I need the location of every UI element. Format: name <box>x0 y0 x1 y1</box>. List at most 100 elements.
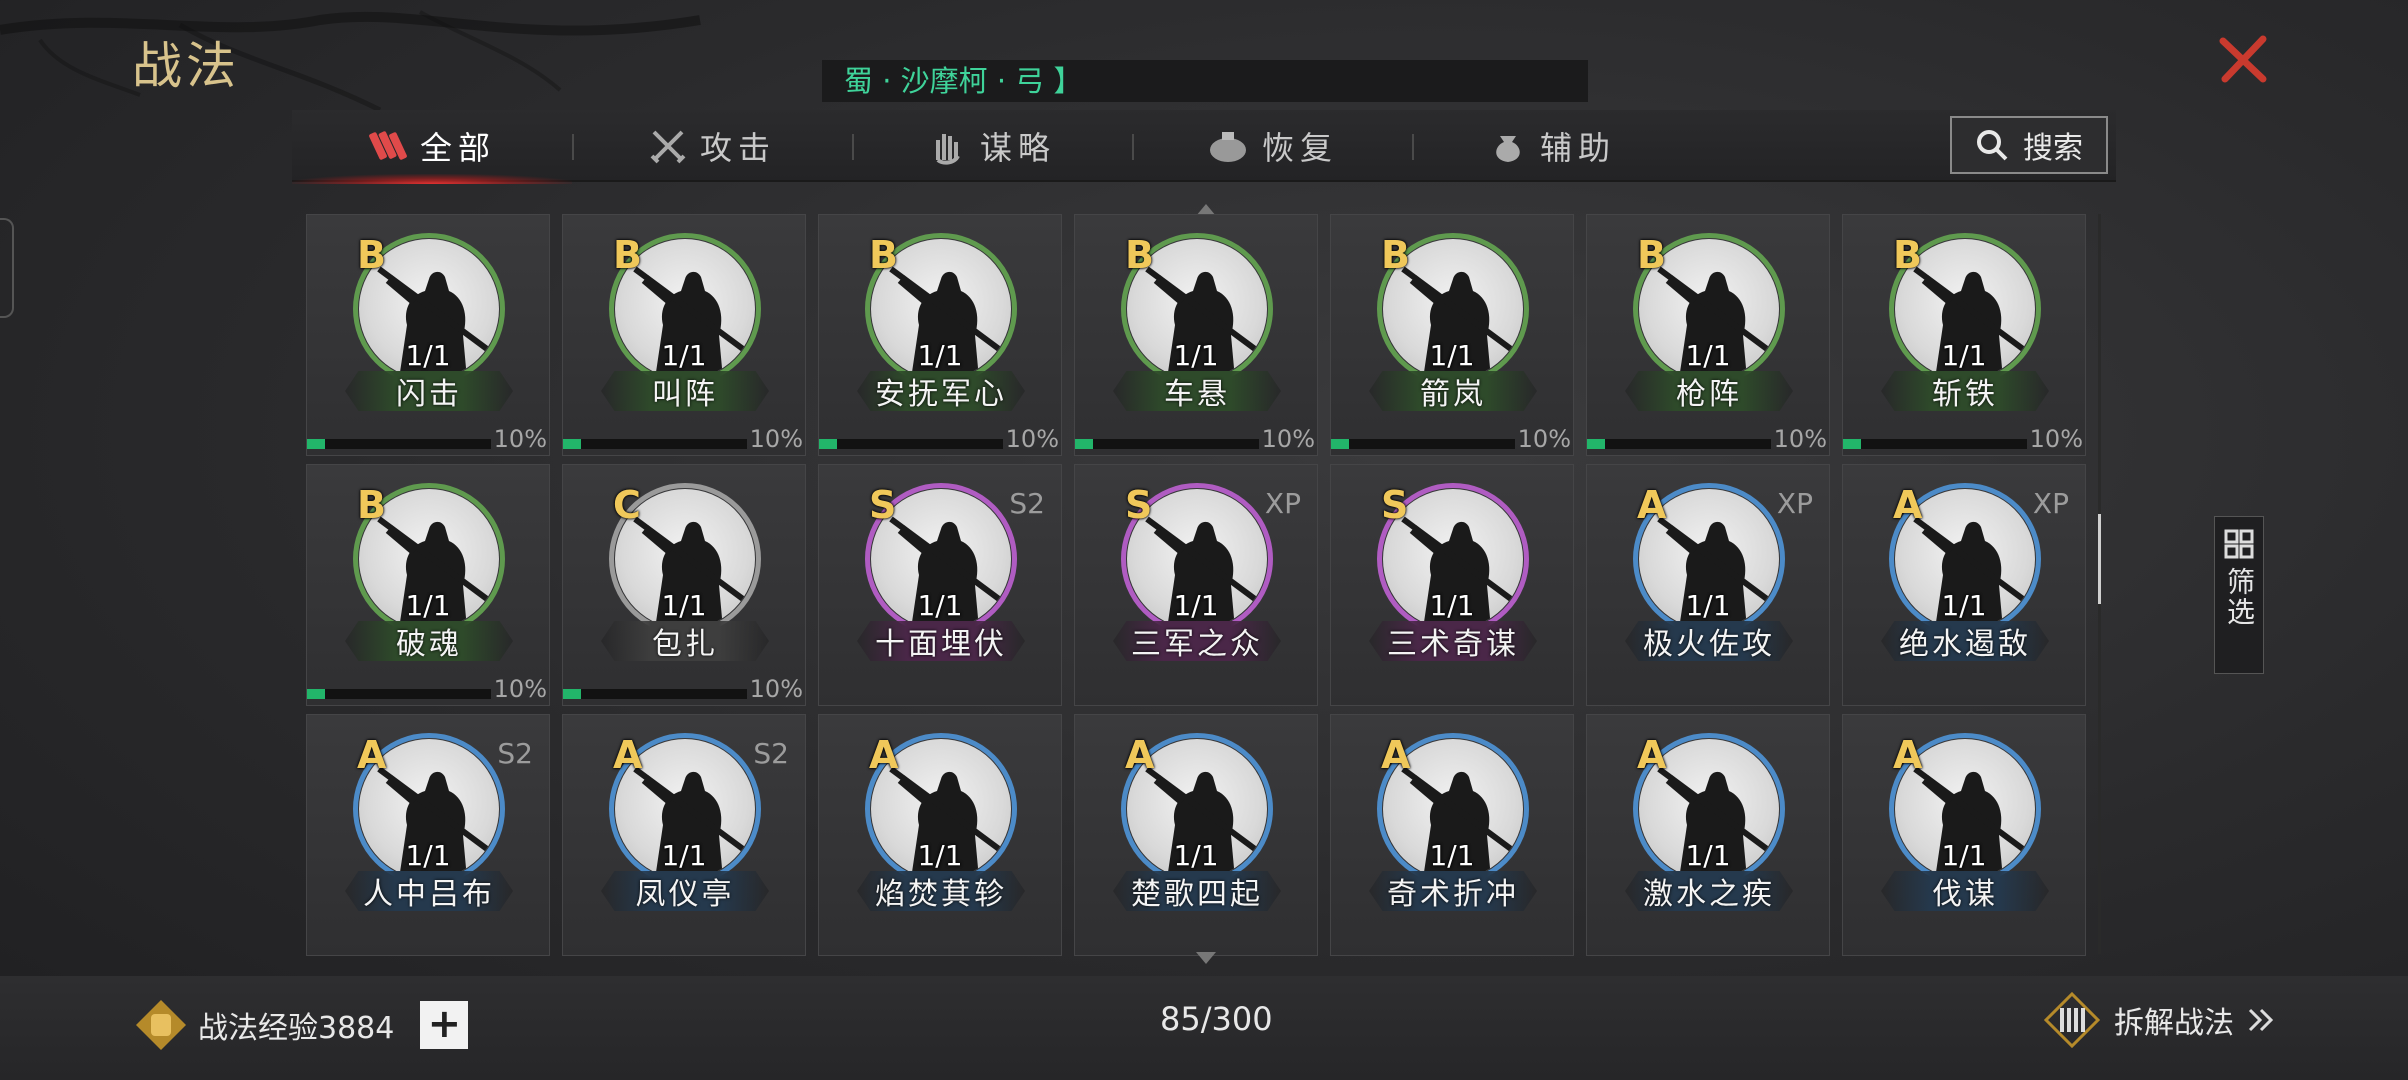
tactic-card[interactable]: A XP 1/1 极火佐攻 <box>1586 464 1830 706</box>
owned-count: 1/1 <box>405 589 451 622</box>
tactic-name: 包扎 <box>601 621 769 661</box>
season-tag: XP <box>2032 487 2069 520</box>
progress-fill <box>307 439 326 449</box>
tactic-card[interactable]: A 1/1 激水之疾 <box>1586 714 1830 956</box>
add-exp-button[interactable]: + <box>420 1001 469 1049</box>
close-icon <box>2219 35 2267 83</box>
tactic-card[interactable]: B 1/1 闪击 10% <box>306 214 550 456</box>
tab-recover[interactable]: 恢复 <box>1132 110 1412 182</box>
tactic-card[interactable]: C 1/1 包扎 10% <box>562 464 806 706</box>
tab-strategy[interactable]: 谋略 <box>852 110 1132 182</box>
progress-bar <box>563 439 747 449</box>
tactic-card[interactable]: B 1/1 斩铁 10% <box>1842 214 2086 456</box>
season-tag: S2 <box>497 737 533 770</box>
dismantle-label: 拆解战法 <box>2114 1006 2234 1041</box>
filter-label: 筛选 <box>2223 567 2256 627</box>
filter-button[interactable]: 筛选 <box>2214 516 2264 674</box>
tactic-card[interactable]: A S2 1/1 凤仪亭 <box>562 714 806 956</box>
progress-bar <box>1587 439 1771 449</box>
tab-support[interactable]: 辅助 <box>1412 110 1692 182</box>
left-edge-handle[interactable] <box>0 218 14 318</box>
progress-fill <box>563 439 582 449</box>
pouch-icon <box>1496 136 1520 162</box>
owned-count: 1/1 <box>661 589 707 622</box>
tactic-card[interactable]: A 1/1 焰焚萁轸 <box>818 714 1062 956</box>
progress-bar <box>307 689 491 699</box>
progress-fill <box>1843 439 1862 449</box>
tactic-name: 破魂 <box>345 621 513 661</box>
owned-count: 1/1 <box>917 839 963 872</box>
grade-badge: B <box>869 233 898 277</box>
owned-count: 1/1 <box>1941 339 1987 372</box>
tab-label: 全部 <box>419 129 496 167</box>
owned-count: 1/1 <box>661 339 707 372</box>
progress-percent: 10% <box>2029 425 2083 453</box>
grade-badge: A <box>613 733 643 777</box>
tactic-card[interactable]: B 1/1 枪阵 10% <box>1586 214 1830 456</box>
grade-badge: A <box>1893 733 1923 777</box>
tactic-name: 枪阵 <box>1625 371 1793 411</box>
tactic-name: 激水之疾 <box>1625 871 1793 911</box>
progress-percent: 10% <box>1261 425 1315 453</box>
tab-attack[interactable]: 攻击 <box>572 110 852 182</box>
owned-count: 1/1 <box>1429 589 1475 622</box>
progress-bar <box>563 689 747 699</box>
tactic-name: 极火佐攻 <box>1625 621 1793 661</box>
progress-percent: 10% <box>1773 425 1827 453</box>
tactic-card[interactable]: B 1/1 叫阵 10% <box>562 214 806 456</box>
tab-label: 恢复 <box>1261 129 1338 167</box>
owned-count: 1/1 <box>1173 589 1219 622</box>
owned-count: 1/1 <box>405 839 451 872</box>
tactic-card[interactable]: A 1/1 伐谋 <box>1842 714 2086 956</box>
progress-fill <box>1331 439 1350 449</box>
hand-strategy-icon <box>935 134 960 165</box>
tactic-card[interactable]: A 1/1 楚歌四起 <box>1074 714 1318 956</box>
season-tag: XP <box>1776 487 1813 520</box>
tactic-card[interactable]: A S2 1/1 人中吕布 <box>306 714 550 956</box>
vertical-scrollbar[interactable] <box>2098 214 2101 954</box>
owned-count: 1/1 <box>1941 589 1987 622</box>
grade-badge: B <box>357 233 386 277</box>
tactic-name: 绝水遏敌 <box>1881 621 2049 661</box>
grade-badge: B <box>357 483 386 527</box>
close-button[interactable] <box>2210 26 2276 92</box>
scrollbar-thumb[interactable] <box>2098 514 2101 604</box>
progress-percent: 10% <box>1517 425 1571 453</box>
medicine-icon <box>1209 132 1246 162</box>
tactic-card[interactable]: B 1/1 车悬 10% <box>1074 214 1318 456</box>
tactic-card[interactable]: B 1/1 箭岚 10% <box>1330 214 1574 456</box>
tactic-name: 安抚军心 <box>857 371 1025 411</box>
tactic-card[interactable]: S 1/1 三术奇谋 <box>1330 464 1574 706</box>
owned-count: 1/1 <box>917 339 963 372</box>
grade-badge: A <box>1637 483 1667 527</box>
search-button[interactable]: 搜索 <box>1950 116 2108 174</box>
tactic-card[interactable]: A XP 1/1 绝水遏敌 <box>1842 464 2086 706</box>
season-tag: S2 <box>1009 487 1045 520</box>
tab-bar: 全部 攻击 谋略 恢复 辅助 <box>292 110 2116 184</box>
search-label: 搜索 <box>2023 131 2083 166</box>
season-tag: S2 <box>753 737 789 770</box>
tactic-card[interactable]: A 1/1 奇术折冲 <box>1330 714 1574 956</box>
grade-badge: S <box>869 483 897 527</box>
tab-all[interactable]: 全部 <box>292 110 572 184</box>
dismantle-button[interactable]: 拆解战法 <box>2044 992 2274 1048</box>
tactic-name: 三军之众 <box>1113 621 1281 661</box>
scroll-down-arrow-icon <box>1196 952 1216 964</box>
tactic-name: 叫阵 <box>601 371 769 411</box>
tactic-name: 奇术折冲 <box>1369 871 1537 911</box>
progress-bar <box>1843 439 2027 449</box>
grade-badge: A <box>357 733 387 777</box>
tactic-card[interactable]: S S2 1/1 十面埋伏 <box>818 464 1062 706</box>
tab-label: 攻击 <box>699 129 776 167</box>
tactic-card[interactable]: B 1/1 安抚军心 10% <box>818 214 1062 456</box>
grade-badge: S <box>1381 483 1409 527</box>
progress-fill <box>563 689 582 699</box>
crossed-swords-icon <box>650 130 686 164</box>
notice-banner: 蜀 · 沙摩柯 · 弓 】 <box>822 60 1588 102</box>
progress-bar <box>307 439 491 449</box>
tactic-card[interactable]: S XP 1/1 三军之众 <box>1074 464 1318 706</box>
owned-count: 1/1 <box>1173 839 1219 872</box>
tactic-card[interactable]: B 1/1 破魂 10% <box>306 464 550 706</box>
owned-count: 1/1 <box>1685 839 1731 872</box>
tactic-exp: 战法经验3884 + <box>134 998 469 1052</box>
